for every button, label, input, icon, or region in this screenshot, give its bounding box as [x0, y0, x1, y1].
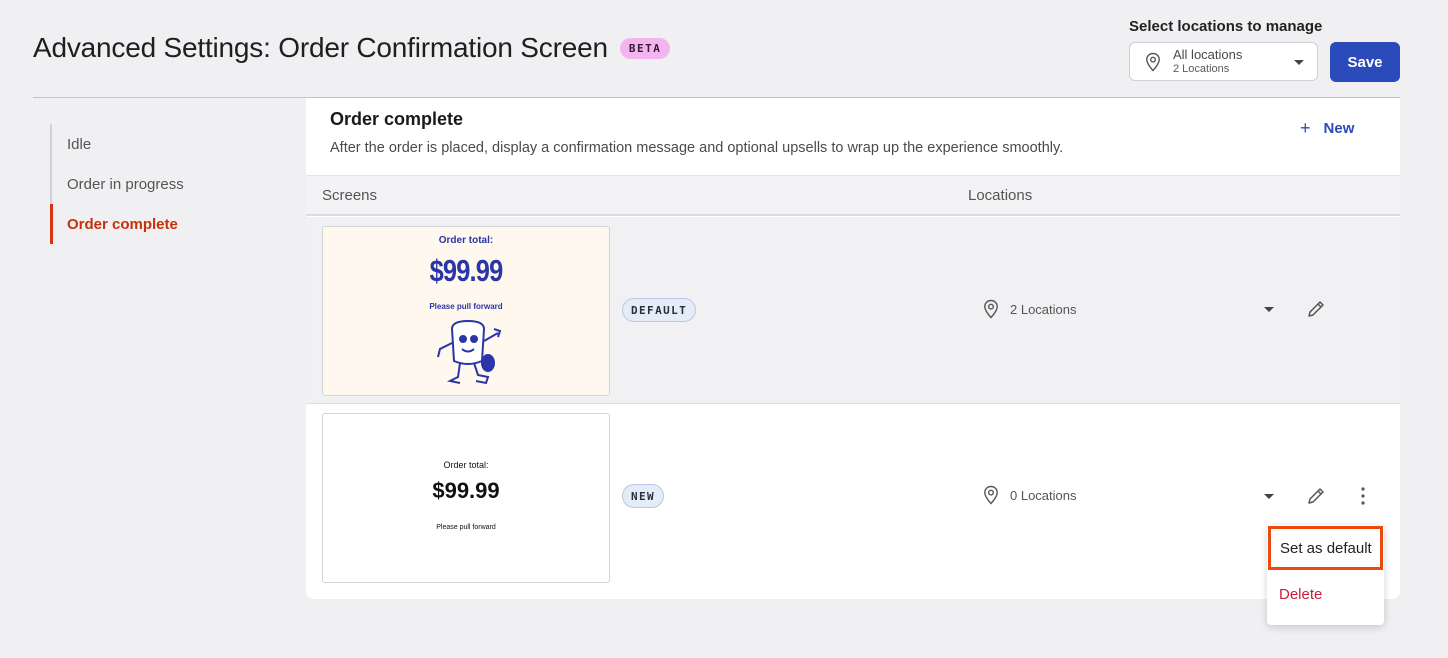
- screens-card: Order complete After the order is placed…: [306, 98, 1400, 599]
- location-select[interactable]: All locations 2 Locations: [1129, 42, 1318, 81]
- row-locations-text: 2 Locations: [1010, 301, 1077, 317]
- more-vertical-icon[interactable]: [1359, 486, 1367, 506]
- section-description: After the order is placed, display a con…: [330, 140, 1064, 156]
- table-row: Order total: $99.99 Please pull forward …: [306, 217, 1400, 404]
- thumbnail-price: $99.99: [429, 253, 504, 288]
- sidebar-item-idle[interactable]: Idle: [50, 124, 184, 164]
- location-select-label: Select locations to manage: [1129, 18, 1323, 35]
- plus-icon: +: [1300, 118, 1311, 138]
- thumbnail-price: $99.99: [432, 478, 500, 503]
- column-header-screens: Screens: [322, 187, 378, 204]
- column-header-locations: Locations: [968, 187, 1033, 204]
- pencil-icon[interactable]: [1306, 299, 1326, 319]
- sidebar-item-order-complete[interactable]: Order complete: [50, 204, 184, 244]
- location-select-sub: 2 Locations: [1173, 62, 1230, 75]
- toast-mascot-icon: [437, 319, 502, 385]
- row-context-menu: Set as default Delete: [1267, 525, 1384, 625]
- delete-menu-item[interactable]: Delete: [1279, 586, 1322, 603]
- set-as-default-menu-item[interactable]: Set as default: [1268, 526, 1383, 570]
- row-locations[interactable]: 2 Locations: [982, 299, 1077, 319]
- section-title: Order complete: [330, 109, 464, 129]
- row-locations-text: 0 Locations: [1010, 487, 1077, 503]
- row-locations[interactable]: 0 Locations: [982, 485, 1077, 505]
- page-title-text: Advanced Settings: Order Confirmation Sc…: [33, 32, 608, 63]
- chevron-down-icon: [1294, 60, 1304, 65]
- screen-thumbnail[interactable]: Order total: $99.99 Please pull forward: [322, 413, 610, 583]
- pencil-icon[interactable]: [1306, 486, 1326, 506]
- new-label: New: [1323, 120, 1355, 137]
- status-badge: DEFAULT: [622, 298, 697, 322]
- thumbnail-pull: Please pull forward: [436, 524, 496, 531]
- chevron-down-icon[interactable]: [1264, 494, 1274, 499]
- status-badge: NEW: [622, 484, 665, 508]
- thumbnail-label: Order total:: [438, 235, 494, 246]
- thumbnail-pull: Please pull forward: [429, 302, 503, 311]
- beta-badge: BETA: [619, 37, 671, 59]
- sidebar-nav: Idle Order in progress Order complete: [50, 124, 184, 244]
- table-header: Screens Locations: [306, 175, 1400, 216]
- map-pin-icon: [984, 485, 998, 505]
- chevron-down-icon[interactable]: [1264, 307, 1274, 312]
- new-screen-button[interactable]: + New: [1300, 118, 1354, 139]
- save-button[interactable]: Save: [1330, 42, 1400, 82]
- table-row: Order total: $99.99 Please pull forward …: [306, 405, 1400, 599]
- thumbnail-label: Order total:: [443, 460, 489, 470]
- location-select-value: All locations: [1173, 47, 1243, 63]
- page-title: Advanced Settings: Order Confirmation Sc…: [33, 32, 671, 64]
- map-pin-icon: [1146, 52, 1160, 72]
- sidebar-item-order-in-progress[interactable]: Order in progress: [50, 164, 184, 204]
- map-pin-icon: [984, 299, 998, 319]
- screen-thumbnail[interactable]: Order total: $99.99 Please pull forward: [322, 226, 610, 396]
